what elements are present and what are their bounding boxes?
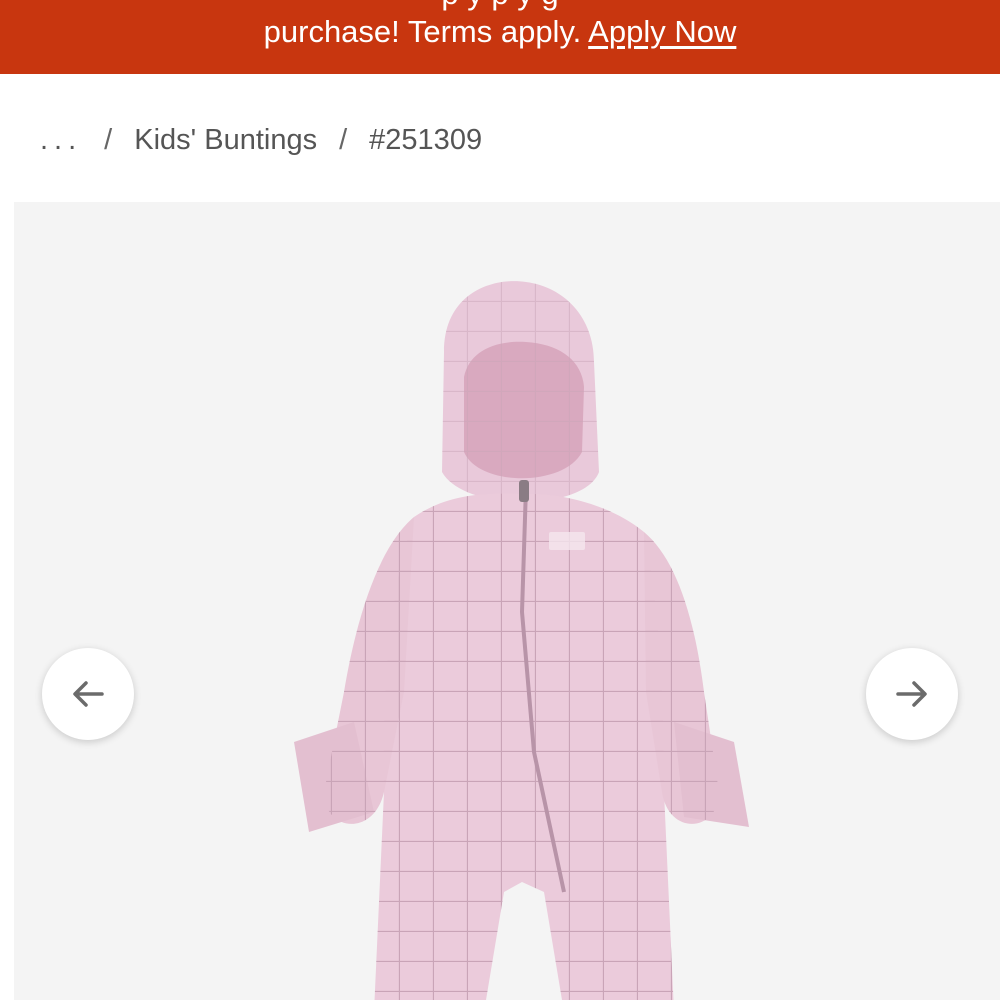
apply-now-link[interactable]: Apply Now xyxy=(588,14,736,49)
promo-message: purchase! Terms apply. Apply Now xyxy=(0,12,1000,52)
promo-banner: p y p y g purchase! Terms apply. Apply N… xyxy=(0,0,1000,74)
arrow-right-icon xyxy=(896,681,927,707)
breadcrumb-ellipsis[interactable]: ... xyxy=(40,124,82,157)
breadcrumb-item-id: #251309 xyxy=(369,123,483,156)
product-image-gallery[interactable] xyxy=(14,202,1000,1000)
previous-image-button[interactable] xyxy=(42,648,134,740)
product-image-baby-bunting xyxy=(294,281,749,1000)
arrow-left-icon xyxy=(73,681,104,707)
breadcrumb: ... / Kids' Buntings / #251309 xyxy=(40,118,482,162)
next-image-button[interactable] xyxy=(866,648,958,740)
breadcrumb-separator: / xyxy=(104,123,113,156)
promo-text: purchase! Terms apply. xyxy=(263,14,582,49)
breadcrumb-kids-buntings[interactable]: Kids' Buntings xyxy=(134,124,317,157)
breadcrumb-separator: / xyxy=(339,123,348,156)
